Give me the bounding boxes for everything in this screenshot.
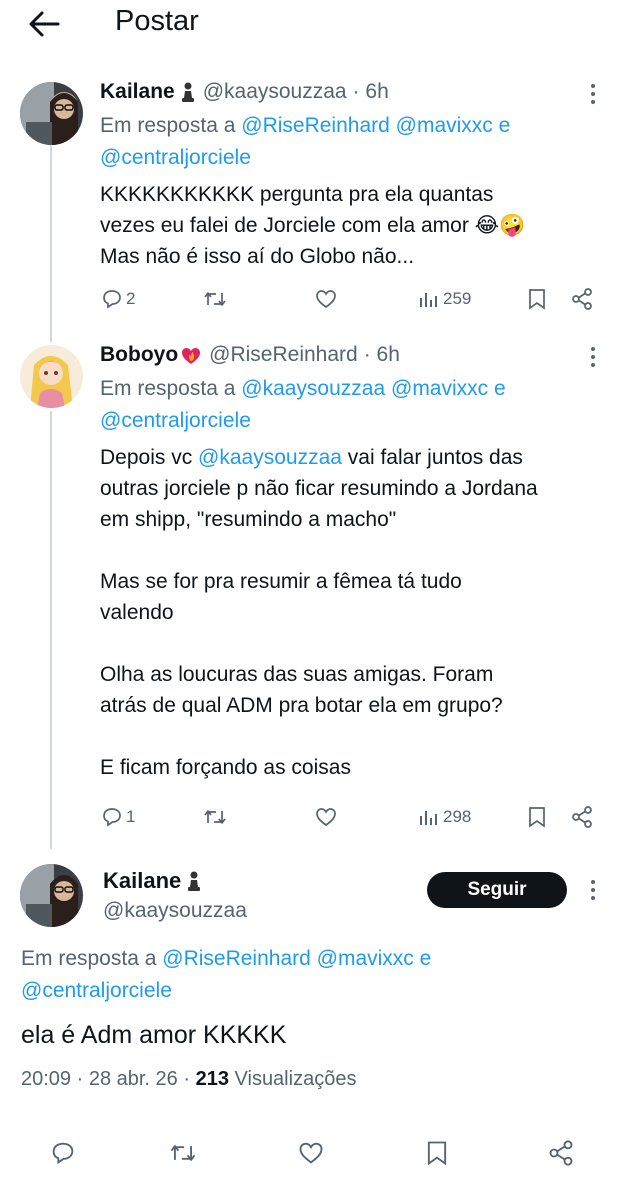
mention-link[interactable]: @kaaysouzzaa xyxy=(198,446,342,469)
reply-icon xyxy=(103,808,121,827)
views-button[interactable]: 259 xyxy=(418,287,471,311)
reply-icon xyxy=(103,290,121,309)
page-title: Postar xyxy=(115,5,199,37)
repost-icon[interactable] xyxy=(168,1139,198,1167)
tweet-text: KKKKKKKKKKK pergunta pra ela quantas vez… xyxy=(100,183,526,268)
like-icon xyxy=(316,808,336,827)
chess-pawn-icon xyxy=(181,82,194,102)
mention-link[interactable]: @RiseReinhard xyxy=(241,114,390,137)
share-icon[interactable] xyxy=(570,287,594,311)
author-handle[interactable]: @kaaysouzzaa xyxy=(203,80,347,104)
timestamp[interactable]: 20:09 · 28 abr. 26 · xyxy=(21,1068,190,1090)
mention-link[interactable]: @mavixxc xyxy=(391,377,488,400)
reply-count: 1 xyxy=(126,807,136,826)
tweet-text: Depois vc @kaaysouzzaa vai falar juntos … xyxy=(100,446,538,779)
mention-link[interactable]: @RiseReinhard xyxy=(162,947,311,970)
bookmark-icon[interactable] xyxy=(526,805,548,829)
mention-link[interactable]: @centraljorciele xyxy=(21,979,172,1002)
views-button[interactable]: 298 xyxy=(418,805,471,829)
share-icon[interactable] xyxy=(547,1139,575,1167)
avatar[interactable] xyxy=(20,864,83,927)
views-count: 213 xyxy=(195,1068,229,1090)
repost-icon xyxy=(204,810,226,824)
tweet-text: ela é Adm amor KKKKK xyxy=(21,1021,287,1049)
thread-line xyxy=(50,145,52,342)
timestamp[interactable]: · 6h xyxy=(353,80,389,104)
views-icon xyxy=(420,293,437,307)
more-icon[interactable] xyxy=(583,878,603,902)
bookmark-icon[interactable] xyxy=(423,1139,451,1167)
author-handle[interactable]: @kaaysouzzaa xyxy=(103,899,247,923)
back-arrow-icon[interactable] xyxy=(22,6,66,42)
avatar[interactable] xyxy=(20,345,83,408)
heart-fire-icon xyxy=(182,348,201,364)
more-icon[interactable] xyxy=(583,345,603,369)
author-name[interactable]: Kailane xyxy=(103,868,181,894)
follow-button[interactable]: Seguir xyxy=(427,872,567,908)
reply-count: 2 xyxy=(126,289,136,308)
mention-link[interactable]: @kaaysouzzaa xyxy=(241,377,385,400)
mention-link[interactable]: @centraljorciele xyxy=(100,146,251,169)
reply-icon[interactable] xyxy=(49,1139,77,1167)
top-bar: Postar xyxy=(0,0,624,56)
mention-link[interactable]: @mavixxc xyxy=(396,114,493,137)
reply-button[interactable]: 1 xyxy=(100,805,135,829)
timestamp[interactable]: · 6h xyxy=(364,343,400,367)
avatar[interactable] xyxy=(20,82,83,145)
repost-icon xyxy=(204,292,226,306)
main-action-bar xyxy=(0,1134,624,1174)
author-handle[interactable]: @RiseReinhard xyxy=(209,343,358,367)
like-icon[interactable] xyxy=(297,1139,325,1167)
mention-link[interactable]: @mavixxc xyxy=(317,947,414,970)
views-label: Visualizações xyxy=(234,1068,357,1090)
like-button[interactable] xyxy=(314,287,338,311)
more-icon[interactable] xyxy=(583,82,603,106)
reply-button[interactable]: 2 xyxy=(100,287,135,311)
like-button[interactable] xyxy=(314,805,338,829)
chess-pawn-icon xyxy=(188,871,201,891)
reply-context: Em resposta a @RiseReinhard @mavixxc e @… xyxy=(100,114,511,169)
bookmark-icon[interactable] xyxy=(526,287,548,311)
views-count: 259 xyxy=(443,289,472,308)
thread-line xyxy=(50,411,52,849)
reply-context: Em resposta a @RiseReinhard @mavixxc e @… xyxy=(21,947,432,1002)
repost-button[interactable] xyxy=(202,805,228,829)
views-icon xyxy=(420,811,437,825)
views-count: 298 xyxy=(443,807,472,826)
tweet-meta: 20:09 · 28 abr. 26 · 213 Visualizações xyxy=(21,1068,356,1091)
author-name[interactable]: Kailane xyxy=(100,80,175,104)
mention-link[interactable]: @centraljorciele xyxy=(100,409,251,432)
author-name[interactable]: Boboyo xyxy=(100,343,178,367)
repost-button[interactable] xyxy=(202,287,228,311)
reply-context: Em resposta a @kaaysouzzaa @mavixxc e @c… xyxy=(100,377,506,432)
share-icon[interactable] xyxy=(570,805,594,829)
like-icon xyxy=(316,290,336,309)
